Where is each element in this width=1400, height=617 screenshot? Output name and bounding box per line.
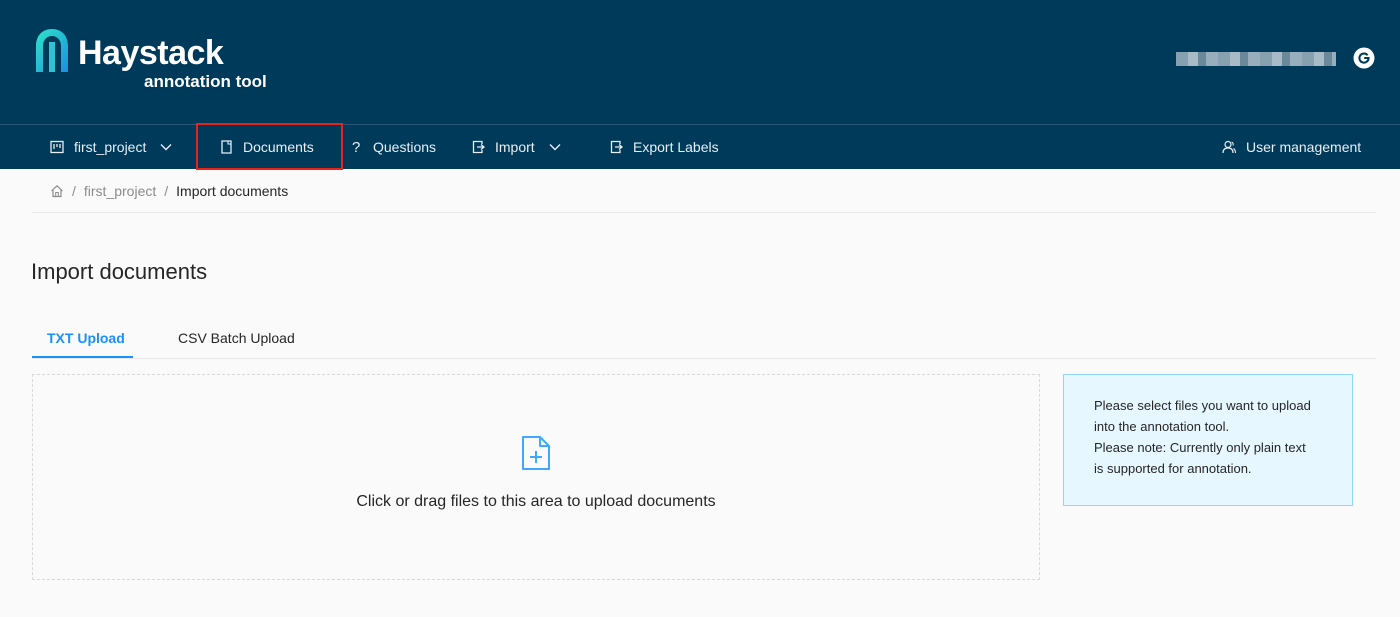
upload-dropzone[interactable]: Click or drag files to this area to uplo… bbox=[32, 374, 1040, 580]
nav-documents-label: Documents bbox=[243, 139, 314, 155]
nav-import[interactable]: Import bbox=[472, 125, 561, 169]
nav-user-management-label: User management bbox=[1246, 139, 1362, 155]
logo-name: Haystack bbox=[78, 34, 224, 72]
import-icon bbox=[472, 140, 485, 154]
export-icon bbox=[610, 140, 623, 154]
info-line: is supported for annotation. bbox=[1094, 461, 1252, 476]
info-line: Please note: Currently only plain text bbox=[1094, 440, 1306, 455]
question-icon: ? bbox=[352, 138, 361, 156]
chevron-down-icon bbox=[160, 144, 172, 151]
info-line: into the annotation tool. bbox=[1094, 419, 1230, 434]
haystack-logo[interactable]: Haystack annotation tool bbox=[32, 26, 292, 96]
upload-info-box: Please select files you want to upload i… bbox=[1063, 374, 1353, 506]
nav-export-labels[interactable]: Export Labels bbox=[610, 125, 719, 169]
nav-questions[interactable]: ? Questions bbox=[352, 125, 436, 169]
logo-subtitle: annotation tool bbox=[144, 72, 267, 91]
tab-txt-upload[interactable]: TXT Upload bbox=[47, 318, 125, 358]
user-name-blurred[interactable] bbox=[1176, 52, 1336, 66]
users-icon bbox=[1222, 140, 1236, 154]
info-line: Please select files you want to upload bbox=[1094, 398, 1311, 413]
nav-import-label: Import bbox=[495, 139, 535, 155]
upload-instruction-text: Click or drag files to this area to uplo… bbox=[356, 493, 716, 510]
haystack-logo-icon bbox=[36, 29, 68, 72]
tab-csv-batch-upload[interactable]: CSV Batch Upload bbox=[178, 318, 295, 358]
active-tab-indicator bbox=[32, 356, 133, 358]
file-add-icon bbox=[522, 436, 550, 470]
header: Haystack annotation tool bbox=[0, 0, 1400, 124]
document-icon bbox=[221, 140, 232, 154]
project-icon bbox=[50, 140, 64, 154]
main-nav: first_project Documents ? Questions Impo… bbox=[0, 123, 1400, 170]
breadcrumb-current: Import documents bbox=[176, 183, 289, 199]
breadcrumb: / first_project / Import documents bbox=[50, 182, 288, 200]
breadcrumb-separator: / bbox=[72, 183, 76, 199]
nav-export-label: Export Labels bbox=[633, 139, 719, 155]
breadcrumb-divider bbox=[32, 212, 1376, 213]
nav-user-management[interactable]: User management bbox=[1222, 125, 1361, 169]
nav-questions-label: Questions bbox=[373, 139, 437, 155]
nav-project-label: first_project bbox=[74, 139, 147, 155]
nav-documents[interactable]: Documents bbox=[220, 125, 314, 169]
home-icon[interactable] bbox=[50, 184, 64, 198]
chevron-down-icon bbox=[549, 144, 561, 151]
user-circle-icon[interactable] bbox=[1353, 47, 1375, 69]
nav-project-selector[interactable]: first_project bbox=[50, 125, 172, 169]
breadcrumb-project[interactable]: first_project bbox=[84, 183, 156, 199]
page-title: Import documents bbox=[31, 259, 208, 284]
upload-tabs: TXT Upload CSV Batch Upload bbox=[32, 318, 1376, 359]
breadcrumb-separator: / bbox=[164, 183, 169, 199]
